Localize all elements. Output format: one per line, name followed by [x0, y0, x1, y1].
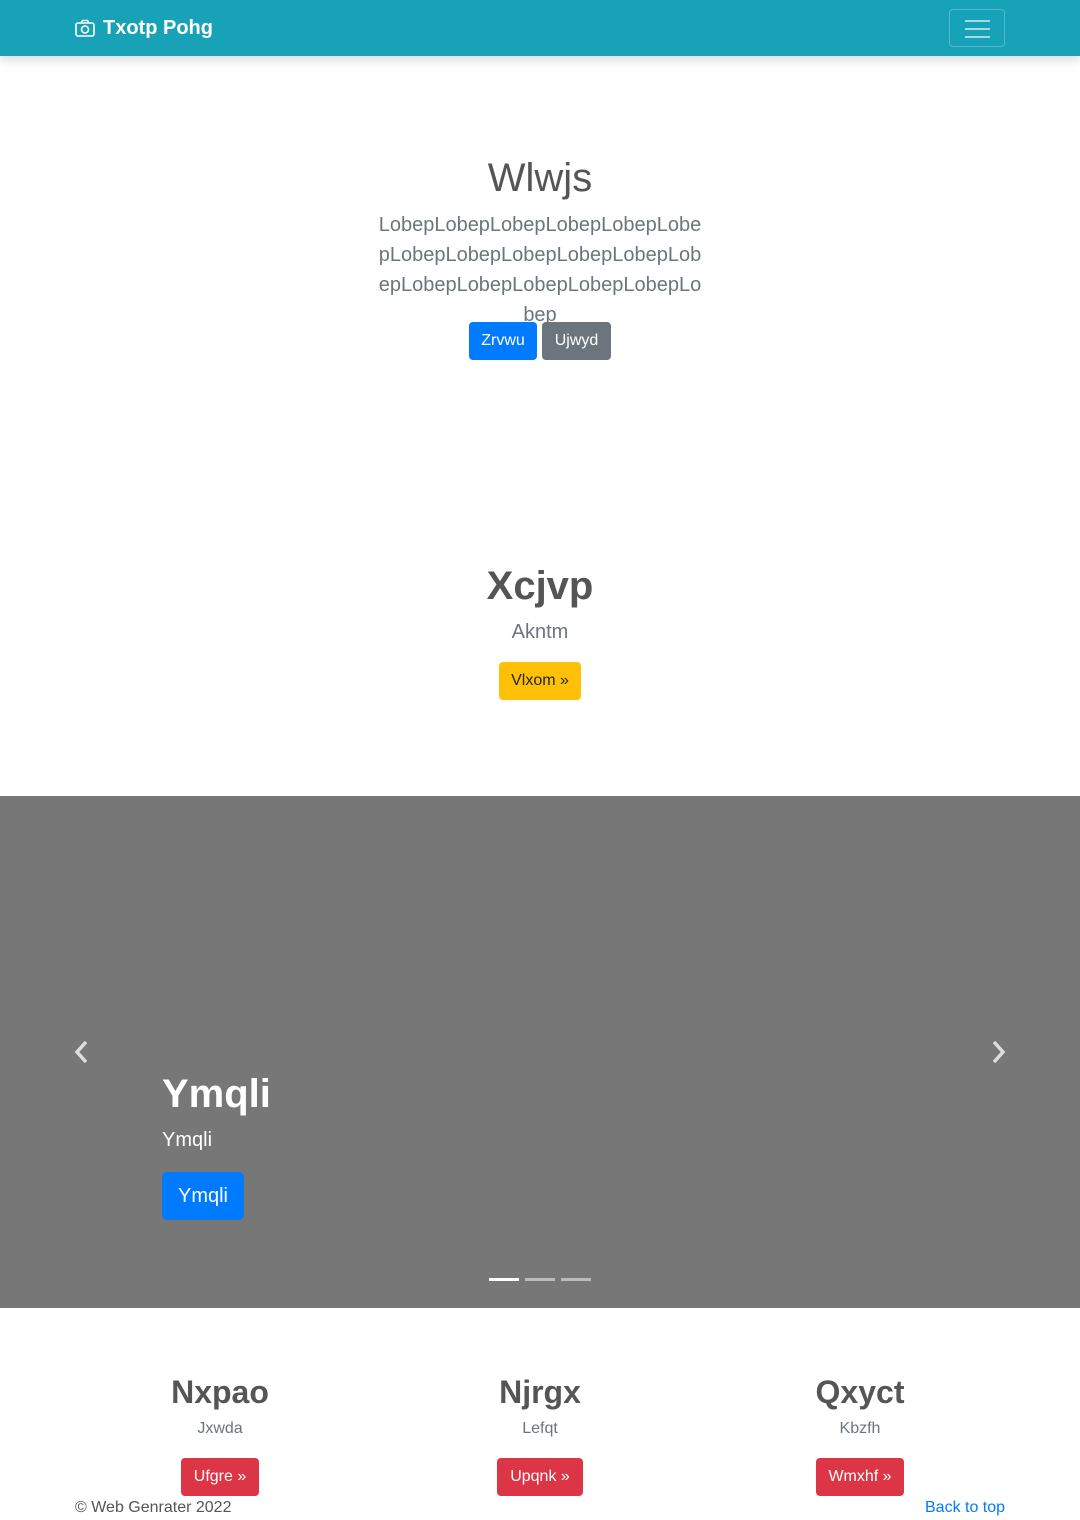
feature-subtitle: Akntm — [511, 621, 569, 643]
column-card: Nxpao Jxwda — [70, 1370, 370, 1440]
navbar: Txotp Pohg — [0, 0, 1080, 56]
column-text: Kbzfh — [839, 1420, 881, 1437]
column-title: Njrgx — [499, 1374, 581, 1410]
chevron-left-icon — [74, 1040, 88, 1064]
carousel-indicator[interactable] — [525, 1278, 555, 1281]
carousel-prev-button[interactable] — [70, 1038, 94, 1066]
carousel-indicators — [489, 1278, 591, 1281]
column-text: Jxwda — [197, 1420, 243, 1437]
camera-icon — [75, 19, 95, 37]
carousel-indicator[interactable] — [489, 1278, 519, 1281]
hero-text: LobepLobepLobepLobepLobepLobepLobepLobep… — [378, 214, 702, 326]
carousel-indicator[interactable] — [561, 1278, 591, 1281]
carousel: Ymqli Ymqli Ymqli — [0, 796, 1080, 1308]
column-button[interactable]: Ufgre » — [181, 1458, 259, 1496]
brand-name: Txotp Pohg — [103, 17, 213, 39]
carousel-caption-text: Ymqli — [162, 1129, 213, 1151]
feature-title: Xcjvp — [486, 564, 594, 608]
column-button[interactable]: Upqnk » — [497, 1458, 583, 1496]
carousel-caption-button[interactable]: Ymqli — [162, 1172, 244, 1220]
carousel-next-button[interactable] — [986, 1038, 1010, 1066]
column-card: Qxyct Kbzfh — [710, 1370, 1010, 1440]
hero-primary-button[interactable]: Zrvwu — [469, 322, 537, 360]
carousel-caption-title: Ymqli — [162, 1072, 271, 1116]
chevron-right-icon — [992, 1040, 1006, 1064]
column-title: Nxpao — [171, 1374, 269, 1410]
column-card: Njrgx Lefqt — [390, 1370, 690, 1440]
feature-button[interactable]: Vlxom » — [499, 662, 581, 700]
footer-copyright: © Web Genrater 2022 — [75, 1499, 232, 1516]
hamburger-icon — [965, 20, 990, 22]
navbar-brand[interactable]: Txotp Pohg — [75, 16, 213, 40]
column-title: Qxyct — [815, 1374, 905, 1410]
navbar-toggler-button[interactable] — [949, 9, 1005, 47]
column-text: Lefqt — [522, 1420, 558, 1437]
back-to-top-link[interactable]: Back to top — [925, 1498, 1005, 1518]
column-button[interactable]: Wmxhf » — [816, 1458, 904, 1496]
hero-title: Wlwjs — [487, 156, 593, 200]
hero-secondary-button[interactable]: Ujwyd — [542, 322, 611, 360]
